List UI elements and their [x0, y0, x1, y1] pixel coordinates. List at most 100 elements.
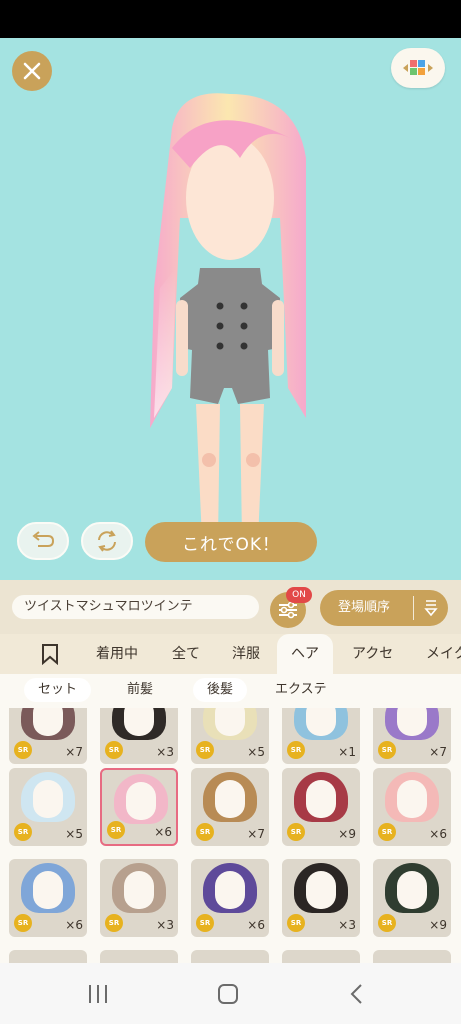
- rarity-badge: SR: [105, 914, 123, 932]
- subtab-set[interactable]: セット: [24, 678, 92, 702]
- recent-apps-icon[interactable]: [86, 983, 110, 1005]
- bookmark-icon[interactable]: [40, 643, 60, 665]
- item-count: ×6: [154, 825, 172, 839]
- rarity-badge: SR: [14, 914, 32, 932]
- hair-item-card[interactable]: SR ×3: [282, 859, 360, 937]
- hair-item-card[interactable]: SR ×3: [100, 708, 178, 764]
- mannequin-head: [33, 708, 63, 736]
- filter-icon: [279, 601, 297, 619]
- hair-item-card[interactable]: SR ×5: [191, 708, 269, 764]
- item-count: ×6: [247, 918, 265, 932]
- rarity-badge: SR: [287, 914, 305, 932]
- hair-item-card[interactable]: [9, 950, 87, 963]
- rarity-badge: SR: [196, 914, 214, 932]
- hair-item-card[interactable]: SR ×6: [9, 859, 87, 937]
- rarity-badge: SR: [107, 821, 125, 839]
- sort-icon[interactable]: [421, 598, 441, 618]
- hair-item-card[interactable]: [282, 950, 360, 963]
- hair-item-card[interactable]: SR ×7: [9, 708, 87, 764]
- item-grid: SR ×7 SR ×3 SR ×5 SR ×1 SR ×7 SR ×5 SR ×6 SR ×7 SR ×9 SR ×6…: [0, 708, 461, 963]
- mannequin-head: [33, 780, 63, 818]
- category-tabs: 着用中 全て 洋服 ヘア アクセ メイク: [0, 634, 461, 674]
- item-toolbar: ツイストマシュマロツインテ ON 登場順序: [0, 580, 461, 634]
- mannequin-head: [306, 871, 336, 909]
- subtab-bangs[interactable]: 前髪: [113, 678, 167, 702]
- subtab-back-hair[interactable]: 後髪: [193, 678, 248, 702]
- item-count: ×7: [65, 745, 83, 759]
- close-button[interactable]: [12, 51, 52, 91]
- back-icon[interactable]: [348, 983, 366, 1005]
- preview-stage: これでOK！: [0, 38, 461, 580]
- item-count: ×3: [338, 918, 356, 932]
- view-toggle-button[interactable]: [391, 48, 445, 88]
- hair-item-card[interactable]: SR ×6: [373, 768, 451, 846]
- item-count: ×6: [429, 827, 447, 841]
- status-bar: [0, 0, 461, 38]
- sort-divider: [413, 596, 414, 620]
- rarity-badge: SR: [14, 741, 32, 759]
- mannequin-head: [306, 780, 336, 818]
- tab-wearing[interactable]: 着用中: [96, 634, 138, 674]
- sort-button[interactable]: 登場順序: [320, 590, 448, 626]
- undo-button[interactable]: [17, 522, 69, 560]
- item-count: ×5: [65, 827, 83, 841]
- mannequin-head: [397, 708, 427, 736]
- tab-makeup[interactable]: メイク: [426, 634, 461, 674]
- item-count: ×7: [247, 827, 265, 841]
- hair-item-card[interactable]: SR ×6: [191, 859, 269, 937]
- tab-clothes[interactable]: 洋服: [232, 634, 260, 674]
- hair-item-card[interactable]: SR ×5: [9, 768, 87, 846]
- undo-icon: [32, 531, 55, 547]
- item-count: ×6: [65, 918, 83, 932]
- mannequin-head: [215, 780, 245, 818]
- mannequin-head: [306, 708, 336, 736]
- rarity-badge: SR: [14, 823, 32, 841]
- rotate-button[interactable]: [81, 522, 133, 560]
- item-count: ×7: [429, 745, 447, 759]
- rotate-icon: [98, 530, 116, 552]
- hair-item-card[interactable]: SR ×6: [100, 768, 178, 846]
- hair-item-card[interactable]: [373, 950, 451, 963]
- hair-item-card[interactable]: SR ×9: [373, 859, 451, 937]
- item-count: ×5: [247, 745, 265, 759]
- close-icon: [23, 62, 41, 80]
- item-name-field[interactable]: ツイストマシュマロツインテ: [12, 595, 259, 619]
- rarity-badge: SR: [196, 741, 214, 759]
- rarity-badge: SR: [196, 823, 214, 841]
- home-icon[interactable]: [216, 983, 240, 1005]
- rarity-badge: SR: [287, 741, 305, 759]
- hair-item-card[interactable]: SR ×7: [373, 708, 451, 764]
- mannequin-head: [215, 708, 245, 736]
- tab-hair[interactable]: ヘア: [277, 634, 333, 674]
- system-nav-bar: [0, 963, 461, 1024]
- mannequin-head: [124, 871, 154, 909]
- rarity-badge: SR: [378, 741, 396, 759]
- mannequin-head: [33, 871, 63, 909]
- hair-item-card[interactable]: SR ×3: [100, 859, 178, 937]
- item-count: ×3: [156, 745, 174, 759]
- mannequin-head: [397, 780, 427, 818]
- subtab-extensions[interactable]: エクステ: [261, 678, 341, 702]
- mannequin-head: [124, 708, 154, 736]
- hair-item-card[interactable]: SR ×7: [191, 768, 269, 846]
- hair-item-card[interactable]: SR ×1: [282, 708, 360, 764]
- hair-item-card[interactable]: [100, 950, 178, 963]
- item-count: ×9: [338, 827, 356, 841]
- mannequin-head: [397, 871, 427, 909]
- hair-item-card[interactable]: SR ×9: [282, 768, 360, 846]
- hair-item-card[interactable]: [191, 950, 269, 963]
- tab-all[interactable]: 全て: [172, 634, 200, 674]
- rarity-badge: SR: [105, 741, 123, 759]
- confirm-button[interactable]: これでOK！: [145, 522, 317, 562]
- rarity-badge: SR: [378, 914, 396, 932]
- rarity-badge: SR: [287, 823, 305, 841]
- mannequin-head: [215, 871, 245, 909]
- rarity-badge: SR: [378, 823, 396, 841]
- item-count: ×1: [338, 745, 356, 759]
- item-count: ×9: [429, 918, 447, 932]
- tab-accessories[interactable]: アクセ: [352, 634, 393, 674]
- mannequin-head: [126, 782, 156, 820]
- hair-subtabs: セット 前髪 後髪 エクステ: [0, 674, 461, 708]
- avatar-preview: [150, 93, 306, 553]
- grid-icon: [403, 60, 433, 75]
